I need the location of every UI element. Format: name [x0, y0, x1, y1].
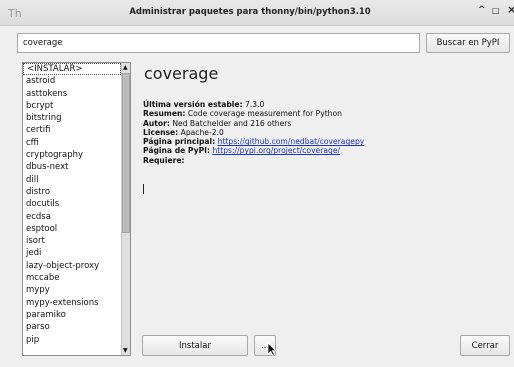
summary-value: Code coverage measurement for Python — [187, 109, 342, 119]
package-list-item[interactable]: ecdsa — [23, 211, 121, 223]
package-list-item[interactable]: bitstring — [23, 112, 121, 124]
package-list-scrollbar[interactable]: ▲ ▼ — [121, 63, 130, 355]
homepage-link[interactable]: https://github.com/nedbat/coveragepy — [218, 137, 365, 146]
package-list-item[interactable]: jedi — [23, 247, 121, 259]
title-bar: Th Administrar paquetes para thonny/bin/… — [0, 0, 514, 26]
package-list-item[interactable]: mypy-extensions — [23, 297, 121, 309]
package-list-item[interactable]: esptool — [23, 223, 121, 235]
search-input[interactable] — [17, 33, 420, 53]
package-list-item[interactable]: pip — [23, 334, 121, 346]
package-details: Última versión estable: 7.3.0 Resumen: C… — [143, 100, 364, 165]
mouse-pointer-icon — [267, 342, 277, 356]
close-button[interactable]: Cerrar — [460, 335, 510, 356]
scroll-down-icon[interactable]: ▼ — [123, 347, 128, 354]
package-list-item[interactable]: mccabe — [23, 272, 121, 284]
latest-version-value: 7.3.0 — [245, 100, 265, 109]
license-value: Apache-2.0 — [180, 127, 224, 137]
close-icon[interactable]: × — [507, 3, 514, 16]
package-list-item[interactable]: dbus-next — [23, 161, 121, 173]
maximize-icon[interactable]: ^ — [478, 5, 486, 15]
restore-icon[interactable]: □ — [492, 6, 500, 15]
package-list-item[interactable]: asttokens — [23, 88, 121, 100]
requires-label: Requiere: — [143, 155, 185, 165]
package-list-item[interactable]: parso — [23, 321, 121, 333]
package-list-item[interactable]: certifi — [23, 124, 121, 136]
package-list-item[interactable]: lazy-object-proxy — [23, 260, 121, 272]
scrollbar-thumb[interactable] — [122, 73, 130, 233]
package-list[interactable]: <INSTALAR> astroid asttokens bcrypt bitstrin… — [22, 62, 131, 356]
package-list-item[interactable]: bcrypt — [23, 100, 121, 112]
pypi-page-link[interactable]: https://pypi.org/project/coverage/ — [212, 146, 340, 155]
author-label: Autor: — [143, 118, 170, 128]
package-name-heading: coverage — [144, 64, 219, 83]
license-label: License: — [143, 127, 179, 137]
install-button[interactable]: Instalar — [142, 335, 248, 356]
package-list-item[interactable]: cryptography — [23, 149, 121, 161]
package-list-items: <INSTALAR> astroid asttokens bcrypt bitstrin… — [23, 63, 121, 346]
package-list-item[interactable]: paramiko — [23, 309, 121, 321]
package-list-item[interactable]: distro — [23, 186, 121, 198]
package-list-item[interactable]: <INSTALAR> — [23, 63, 121, 76]
package-list-item[interactable]: cffi — [23, 137, 121, 149]
pypi-page-label: Página de PyPI: — [143, 146, 211, 156]
window-title: Administrar paquetes para thonny/bin/pyt… — [129, 7, 371, 17]
search-pypi-button[interactable]: Buscar en PyPI — [426, 33, 510, 53]
scroll-up-icon[interactable]: ▲ — [123, 64, 128, 71]
package-list-item[interactable]: mypy — [23, 284, 121, 296]
author-value: Ned Batchelder and 216 others — [172, 118, 292, 128]
summary-label: Resumen: — [143, 109, 186, 119]
homepage-label: Página principal: — [143, 137, 216, 147]
package-list-item[interactable]: isort — [23, 235, 121, 247]
package-list-item[interactable]: docutils — [23, 198, 121, 210]
latest-version-label: Última versión estable: — [143, 100, 243, 109]
package-list-item[interactable]: dill — [23, 174, 121, 186]
text-caret — [143, 184, 144, 194]
package-list-item[interactable]: astroid — [23, 75, 121, 87]
